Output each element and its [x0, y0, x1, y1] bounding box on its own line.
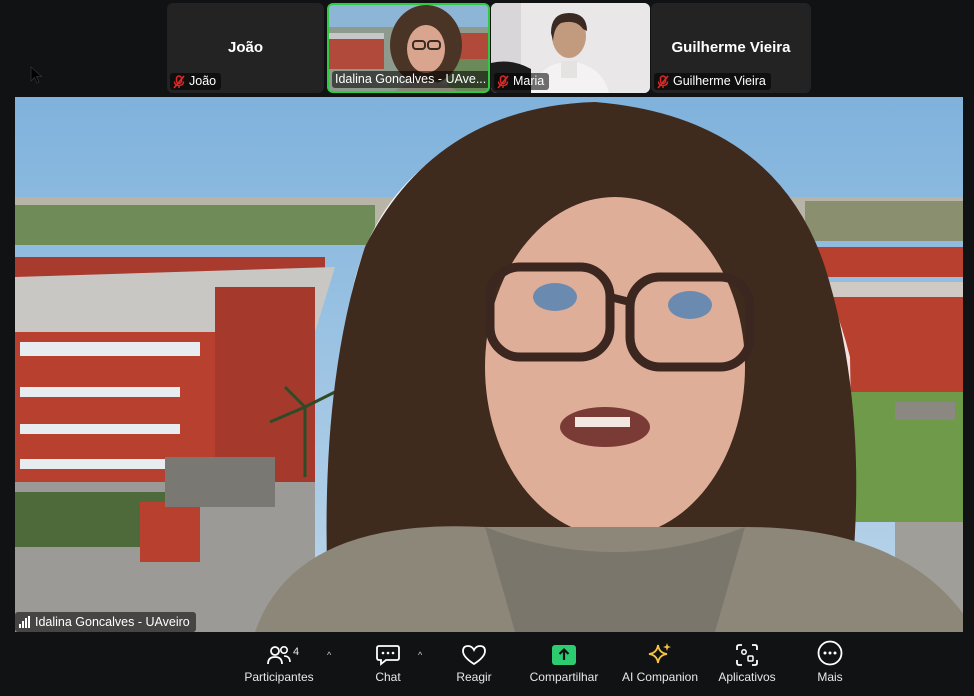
participant-name-tag: Idalina Goncalves - UAve... — [332, 71, 488, 88]
mic-muted-icon — [657, 74, 669, 89]
participants-caret-icon[interactable]: ^ — [327, 650, 331, 660]
participants-icon — [267, 645, 291, 665]
main-speaker-video — [15, 97, 963, 632]
participant-tile-maria[interactable]: Maria — [491, 3, 650, 93]
more-icon — [817, 640, 843, 666]
participant-tile-idalina[interactable]: Idalina Goncalves - UAve... — [327, 3, 490, 93]
speaker-video-frame — [15, 97, 963, 632]
more-button[interactable]: Mais — [810, 636, 850, 696]
participant-label: Guilherme Vieira — [673, 74, 766, 88]
apps-button[interactable]: Aplicativos — [714, 636, 780, 696]
chat-button[interactable]: Chat — [365, 636, 411, 696]
participant-tile-joao[interactable]: João João — [167, 3, 324, 93]
participant-label: Idalina Goncalves - UAve... — [335, 72, 487, 86]
apps-label: Aplicativos — [718, 670, 776, 684]
heart-icon — [462, 645, 486, 666]
participants-label: Participantes — [244, 670, 314, 684]
react-label: Reagir — [456, 670, 492, 684]
participant-tile-guilherme[interactable]: Guilherme Vieira Guilherme Vieira — [651, 3, 811, 93]
participants-button[interactable]: Participantes — [238, 636, 320, 696]
chat-caret-icon[interactable]: ^ — [418, 650, 422, 660]
apps-icon — [736, 644, 758, 666]
mouse-cursor-icon — [30, 66, 43, 84]
main-speaker-label: Idalina Goncalves - UAveiro — [35, 615, 190, 629]
share-screen-button[interactable]: Compartilhar — [524, 636, 604, 696]
mic-muted-icon — [497, 74, 509, 89]
sparkle-icon — [648, 643, 671, 664]
participant-name-large: Guilherme Vieira — [671, 39, 791, 56]
ai-companion-label: AI Companion — [621, 670, 699, 684]
participant-name-large: João — [227, 39, 263, 56]
share-label: Compartilhar — [529, 670, 599, 684]
participant-label: João — [189, 74, 217, 88]
meeting-toolbar: Participantes 4 ^ Chat ^ Reagir Comparti… — [0, 636, 974, 696]
share-screen-icon — [552, 645, 576, 665]
signal-strength-icon — [19, 616, 30, 628]
chat-label: Chat — [375, 670, 401, 684]
more-label: Mais — [817, 670, 843, 684]
chat-icon — [376, 645, 400, 666]
ai-companion-button[interactable]: AI Companion — [617, 636, 703, 696]
participant-name-tag: João — [170, 73, 222, 90]
main-speaker-name-tag: Idalina Goncalves - UAveiro — [15, 612, 196, 632]
participants-count: 4 — [293, 646, 300, 658]
mic-muted-icon — [173, 74, 185, 89]
participant-name-tag: Guilherme Vieira — [654, 73, 771, 90]
participant-label: Maria — [513, 74, 545, 88]
participant-name-tag: Maria — [494, 73, 550, 90]
react-button[interactable]: Reagir — [450, 636, 498, 696]
